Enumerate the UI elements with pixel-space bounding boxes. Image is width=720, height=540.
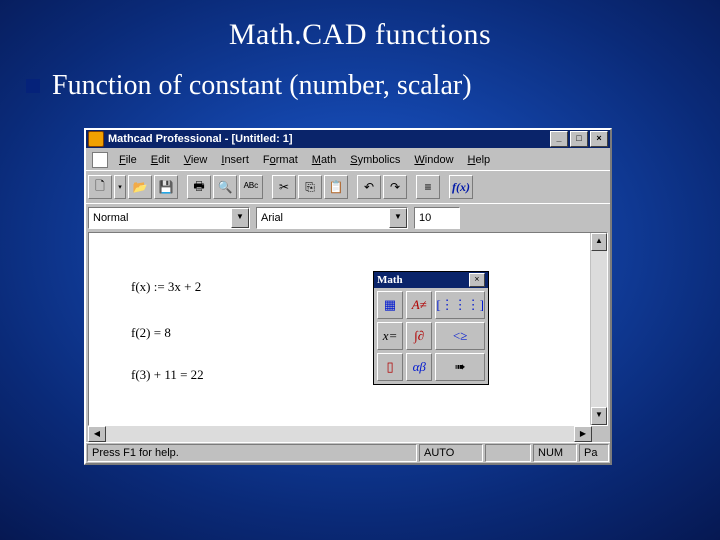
format-bar: Normal ▼ Arial ▼ 10 [86,203,610,232]
equation-1[interactable]: f(x) := 3x + 2 [131,279,201,295]
open-button[interactable]: 📂 [128,175,152,199]
palette-greek-button[interactable]: αβ [406,353,432,381]
undo-button[interactable]: ↶ [357,175,381,199]
align-button[interactable]: ≡ [416,175,440,199]
vertical-scrollbar[interactable]: ▲ ▼ [591,233,607,425]
window-title: Mathcad Professional - [Untitled: 1] [108,133,293,145]
spellcheck-button[interactable]: ᴬᴮᶜ [239,175,263,199]
chevron-down-icon[interactable]: ▼ [389,208,407,228]
menubar: File Edit View Insert Format Math Symbol… [86,148,610,170]
close-button[interactable]: × [590,131,608,147]
paste-button[interactable]: 📋 [324,175,348,199]
menu-symbolics[interactable]: Symbolics [343,152,407,168]
preview-button[interactable]: 🔍 [213,175,237,199]
status-auto: AUTO [419,444,483,462]
palette-calculus-button[interactable]: ∫∂ [406,322,432,350]
equation-3[interactable]: f(3) + 11 = 22 [131,367,204,383]
menu-edit[interactable]: Edit [144,152,177,168]
slide-subtitle: Function of constant (number, scalar) [26,70,720,102]
size-value: 10 [415,212,459,224]
new-button[interactable]: 🗋 [88,175,112,199]
titlebar[interactable]: Mathcad Professional - [Untitled: 1] _ □… [86,130,610,148]
menu-insert[interactable]: Insert [214,152,256,168]
style-combo[interactable]: Normal ▼ [88,207,250,229]
app-icon[interactable] [88,131,104,147]
scroll-down-icon[interactable]: ▼ [591,407,607,425]
menu-view[interactable]: View [177,152,215,168]
palette-symbolic-button[interactable]: ➠ [435,353,485,381]
palette-title: Math [377,274,403,286]
cut-button[interactable]: ✂ [272,175,296,199]
palette-programming-button[interactable]: ▯ [377,353,403,381]
print-button[interactable]: 🖶 [187,175,211,199]
redo-button[interactable]: ↷ [383,175,407,199]
style-value: Normal [89,212,231,224]
insert-function-button[interactable]: f(x) [449,175,473,199]
new-dropdown-icon[interactable]: ▾ [114,175,126,199]
menu-format[interactable]: Format [256,152,305,168]
palette-titlebar[interactable]: Math × [374,272,488,288]
scroll-left-icon[interactable]: ◀ [88,426,106,442]
scroll-track[interactable] [106,426,574,442]
workspace[interactable]: f(x) := 3x + 2 f(2) = 8 f(3) + 11 = 22 M… [89,233,591,425]
status-page: Pa [579,444,609,462]
status-help: Press F1 for help. [87,444,417,462]
app-window: Mathcad Professional - [Untitled: 1] _ □… [84,128,612,465]
palette-matrix-button[interactable]: [⋮⋮⋮] [435,291,485,319]
menu-math[interactable]: Math [305,152,343,168]
status-num: NUM [533,444,577,462]
slide-title: Math.CAD functions [0,0,720,52]
palette-graph-button[interactable]: A≠ [406,291,432,319]
status-bar: Press F1 for help. AUTO NUM Pa [86,442,610,463]
copy-button[interactable]: ⎘ [298,175,322,199]
maximize-button[interactable]: □ [570,131,588,147]
scroll-right-icon[interactable]: ▶ [574,426,592,442]
toolbar: 🗋 ▾ 📂 💾 🖶 🔍 ᴬᴮᶜ ✂ ⎘ 📋 ↶ ↷ ≡ f(x) [86,170,610,203]
scroll-up-icon[interactable]: ▲ [591,233,607,251]
menu-help[interactable]: Help [461,152,498,168]
palette-boolean-button[interactable]: <≥ [435,322,485,350]
palette-calculator-button[interactable]: ▦ [377,291,403,319]
status-blank [485,444,531,462]
minimize-button[interactable]: _ [550,131,568,147]
chevron-down-icon[interactable]: ▼ [231,208,249,228]
horizontal-scrollbar[interactable]: ◀ ▶ [88,426,608,442]
document-frame: f(x) := 3x + 2 f(2) = 8 f(3) + 11 = 22 M… [88,232,608,426]
menu-file[interactable]: File [112,152,144,168]
palette-evaluation-button[interactable]: x= [377,322,403,350]
scroll-track[interactable] [591,251,607,407]
font-combo[interactable]: Arial ▼ [256,207,408,229]
menu-window[interactable]: Window [407,152,460,168]
font-value: Arial [257,212,389,224]
document-icon[interactable] [92,152,108,168]
bullet-icon [26,79,40,93]
math-palette[interactable]: Math × ▦ A≠ [⋮⋮⋮] x= ∫∂ <≥ ▯ αβ ➠ [373,271,489,385]
scroll-corner [592,426,608,442]
equation-2[interactable]: f(2) = 8 [131,325,171,341]
save-button[interactable]: 💾 [154,175,178,199]
size-combo[interactable]: 10 [414,207,460,229]
palette-close-button[interactable]: × [469,273,485,287]
subtitle-text: Function of constant (number, scalar) [52,70,472,102]
